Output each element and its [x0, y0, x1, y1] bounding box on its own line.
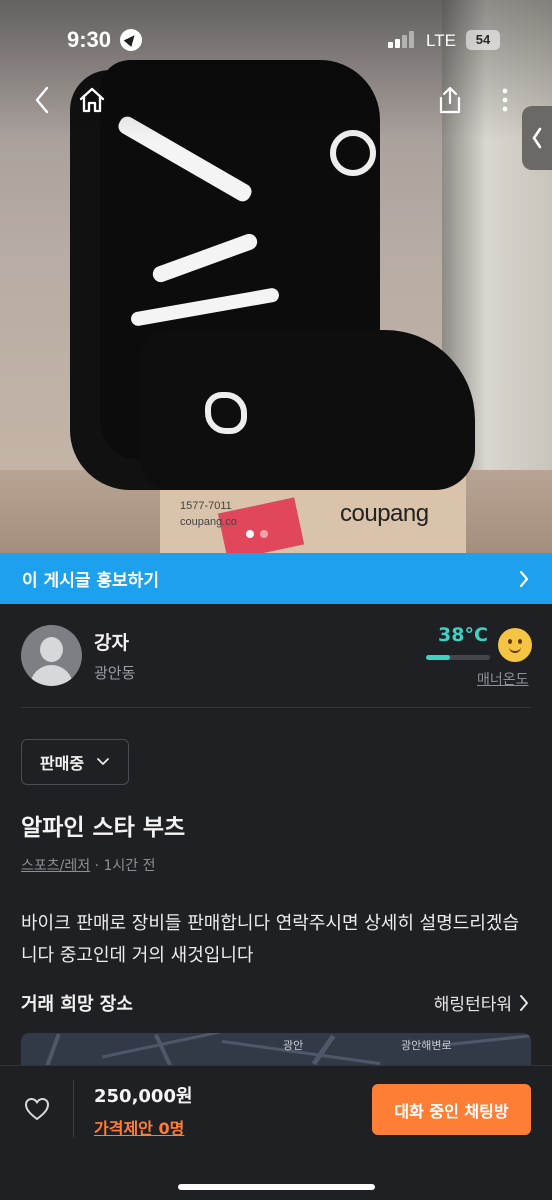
seller-location: 광안동	[94, 664, 136, 682]
chevron-right-icon	[519, 570, 529, 587]
manner-temperature-bar	[426, 655, 490, 660]
box-brand-text: coupang	[340, 500, 429, 527]
promote-post-banner[interactable]: 이 게시글 홍보하기	[0, 553, 552, 604]
manner-temperature-fill	[426, 655, 451, 660]
trade-place-label: 거래 희망 장소	[21, 994, 133, 1015]
trade-place-value: 해링턴타워	[433, 995, 512, 1015]
trade-place-link[interactable]: 해링턴타워	[434, 990, 530, 1015]
post-title: 알파인 스타 부츠	[21, 815, 186, 841]
more-button[interactable]	[490, 80, 520, 120]
share-icon	[439, 86, 461, 114]
chevron-left-icon	[35, 86, 49, 114]
status-time: 9:30	[67, 27, 112, 52]
back-button[interactable]	[22, 80, 62, 120]
signal-icon	[388, 30, 418, 48]
sale-status-select[interactable]: 판매중	[21, 739, 129, 785]
chevron-right-icon	[520, 994, 528, 1011]
category-link[interactable]: 스포츠/레저	[21, 858, 90, 874]
home-indicator	[178, 1184, 375, 1190]
trade-place-map[interactable]: 광안 광안해변로	[21, 1033, 531, 1067]
more-vertical-icon	[502, 88, 508, 112]
box-phone-text: 1577-7011	[180, 500, 232, 512]
network-label: LTE	[426, 31, 456, 50]
manner-temperature-value: 38°C	[438, 624, 488, 646]
boot-front-foot	[140, 330, 475, 490]
post-time: · 1시간 전	[94, 858, 156, 874]
post-description: 바이크 판매로 장비들 판매합니다 연락주시면 상세히 설명드리겠습니다 중고인…	[21, 913, 520, 966]
avatar[interactable]	[21, 625, 82, 686]
map-label: 광안해변로	[401, 1040, 452, 1052]
chevron-left-icon	[532, 127, 542, 149]
photo-page-indicator	[246, 530, 268, 538]
divider	[21, 707, 531, 708]
home-button[interactable]	[70, 80, 114, 120]
chevron-down-icon	[97, 758, 109, 765]
smile-emoji-icon	[498, 628, 532, 662]
map-label: 광안	[283, 1040, 304, 1052]
divider	[73, 1080, 74, 1137]
post-meta: 스포츠/레저 · 1시간 전	[21, 855, 155, 875]
price: 250,000원	[94, 1086, 193, 1107]
avatar-body	[30, 665, 73, 686]
manner-temperature-link[interactable]: 매너온도	[477, 669, 529, 689]
chat-rooms-button[interactable]: 대화 중인 채팅방	[372, 1084, 531, 1135]
side-panel-tab[interactable]	[522, 106, 552, 170]
page-dot-active	[246, 530, 254, 538]
home-icon	[79, 87, 105, 113]
heart-icon	[24, 1097, 50, 1121]
avatar-head	[40, 637, 63, 662]
seller-name[interactable]: 강자	[94, 628, 129, 655]
box-site-text: coupang.co	[180, 516, 237, 528]
location-arrow-icon	[120, 29, 142, 51]
page-dot	[260, 530, 268, 538]
share-button[interactable]	[430, 80, 470, 120]
battery-icon: 54	[466, 30, 500, 50]
sale-status-value: 판매중	[39, 754, 85, 773]
like-button[interactable]	[18, 1090, 56, 1128]
price-offer-link[interactable]: 가격제안 0명	[94, 1115, 184, 1139]
boot-logo	[205, 392, 247, 434]
promote-post-label: 이 게시글 홍보하기	[22, 571, 159, 591]
